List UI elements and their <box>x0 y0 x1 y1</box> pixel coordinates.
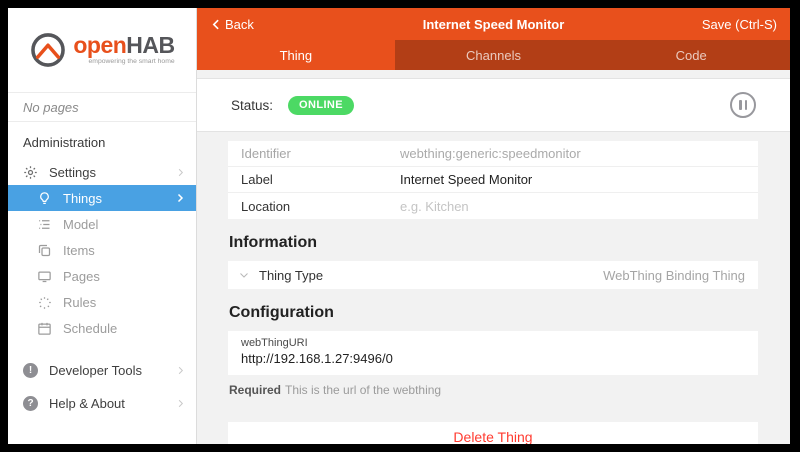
sidebar-item-label: Schedule <box>63 321 186 336</box>
sparkle-icon <box>37 295 52 310</box>
sidebar-item-developer-tools[interactable]: ! Developer Tools <box>8 357 196 383</box>
tab-bar: Thing Channels Code <box>197 40 790 70</box>
logo-open: open <box>73 32 126 58</box>
required-label: Required <box>229 383 281 397</box>
identifier-label: Identifier <box>228 146 400 161</box>
status-card: Status: ONLINE <box>197 78 790 132</box>
sidebar-item-label: Model <box>63 217 186 232</box>
information-heading: Information <box>229 234 758 252</box>
openhab-logo-icon <box>29 31 67 69</box>
sidebar-item-label: Things <box>63 191 174 206</box>
sidebar-item-schedule[interactable]: Schedule <box>8 315 196 341</box>
sidebar-item-help-about[interactable]: ? Help & About <box>8 390 196 416</box>
status-badge: ONLINE <box>288 96 354 115</box>
tree-list-icon <box>37 217 52 232</box>
sidebar-item-label: Pages <box>63 269 186 284</box>
sidebar-item-model[interactable]: Model <box>8 211 196 237</box>
sidebar-item-things[interactable]: Things <box>8 185 196 211</box>
openhab-logo: openHAB empowering the smart home <box>8 8 196 92</box>
thing-type-value: WebThing Binding Thing <box>603 268 745 283</box>
administration-section-label: Administration <box>8 122 196 159</box>
sidebar-item-label: Items <box>63 243 186 258</box>
sidebar-item-label: Settings <box>49 165 175 180</box>
app-window: openHAB empowering the smart home No pag… <box>8 8 790 444</box>
label-label: Label <box>228 172 400 187</box>
required-helper-text: Required This is the url of the webthing <box>229 383 758 397</box>
back-label: Back <box>225 17 254 32</box>
identifier-field <box>400 146 758 161</box>
logo-tagline: empowering the smart home <box>73 59 174 66</box>
location-label: Location <box>228 199 400 214</box>
label-field[interactable] <box>400 172 758 187</box>
delete-thing-button[interactable]: Delete Thing <box>228 422 758 444</box>
top-navbar: Back Internet Speed Monitor Save (Ctrl-S… <box>197 8 790 40</box>
label-row: Label <box>228 167 758 193</box>
webthinguri-label: webThingURI <box>241 337 745 349</box>
no-pages-label: No pages <box>8 92 196 122</box>
chevron-right-icon <box>174 192 186 204</box>
copy-icon <box>37 243 52 258</box>
webthinguri-card: webThingURI <box>228 331 758 375</box>
location-field[interactable] <box>400 199 758 214</box>
logo-hab: HAB <box>126 32 174 58</box>
lightbulb-icon <box>37 191 52 206</box>
webthinguri-field[interactable] <box>241 351 745 366</box>
thing-form-card: Identifier Label Location <box>228 141 758 219</box>
tab-thing[interactable]: Thing <box>197 40 395 70</box>
logo-wordmark: openHAB empowering the smart home <box>73 34 174 66</box>
sidebar: openHAB empowering the smart home No pag… <box>8 8 197 444</box>
sidebar-item-label: Rules <box>63 295 186 310</box>
tab-code[interactable]: Code <box>592 40 790 70</box>
sidebar-item-items[interactable]: Items <box>8 237 196 263</box>
main-panel: Back Internet Speed Monitor Save (Ctrl-S… <box>197 8 790 444</box>
chevron-right-icon <box>175 167 186 178</box>
thing-type-row[interactable]: Thing Type WebThing Binding Thing <box>228 261 758 289</box>
calendar-icon <box>37 321 52 336</box>
sidebar-item-pages[interactable]: Pages <box>8 263 196 289</box>
chevron-right-icon <box>175 398 186 409</box>
pause-button[interactable] <box>730 92 756 118</box>
save-button[interactable]: Save (Ctrl-S) <box>702 17 777 32</box>
sidebar-item-label: Developer Tools <box>49 363 175 378</box>
gear-icon <box>23 165 38 180</box>
exclamation-circle-icon: ! <box>23 363 38 378</box>
required-description: This is the url of the webthing <box>285 383 441 397</box>
sidebar-footer: ! Developer Tools ? Help & About <box>8 357 196 416</box>
configuration-heading: Configuration <box>229 304 758 322</box>
thing-detail-content: Status: ONLINE Identifier Label Location <box>197 70 790 444</box>
thing-type-label: Thing Type <box>259 268 323 283</box>
identifier-row: Identifier <box>228 141 758 167</box>
back-button[interactable]: Back <box>210 17 254 32</box>
location-row: Location <box>228 193 758 219</box>
sidebar-item-rules[interactable]: Rules <box>8 289 196 315</box>
sidebar-item-settings[interactable]: Settings <box>8 159 196 185</box>
status-label: Status: <box>231 98 273 113</box>
chevron-left-icon <box>210 18 223 31</box>
question-circle-icon: ? <box>23 396 38 411</box>
monitor-icon <box>37 269 52 284</box>
chevron-down-icon <box>238 269 250 281</box>
chevron-right-icon <box>175 365 186 376</box>
tab-channels[interactable]: Channels <box>395 40 593 70</box>
sidebar-item-label: Help & About <box>49 396 175 411</box>
